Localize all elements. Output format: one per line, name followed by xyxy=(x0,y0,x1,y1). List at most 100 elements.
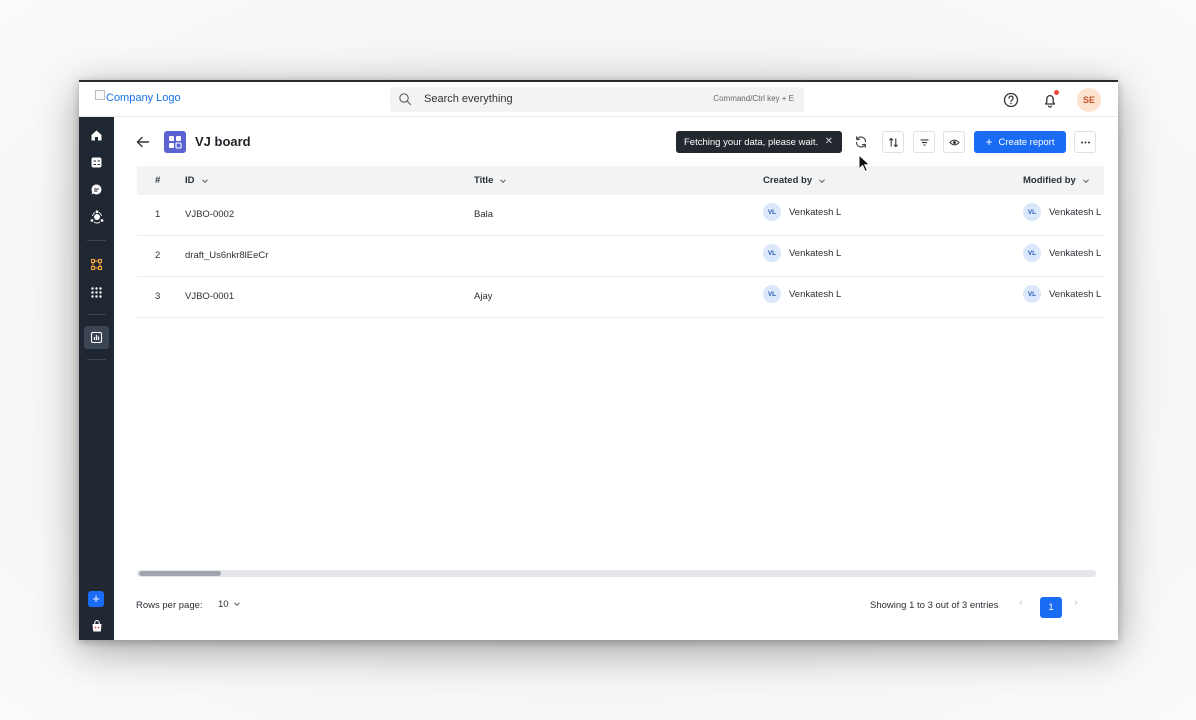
row-number: 1 xyxy=(155,209,161,220)
row-title: Bala xyxy=(474,209,494,220)
pagination-summary: Showing 1 to 3 out of 3 entries xyxy=(870,600,999,611)
broken-image-icon xyxy=(95,90,105,100)
row-modified-by: VL Venkatesh L xyxy=(1023,203,1101,221)
avatar: VL xyxy=(1023,285,1041,303)
table-row[interactable]: 3 VJBO-0001 Ajay VL Venkatesh L VL Venka… xyxy=(137,277,1104,318)
chevron-right-icon[interactable]: › xyxy=(1074,597,1078,609)
avatar: VL xyxy=(1023,203,1041,221)
column-header-label: ID xyxy=(185,175,195,186)
rows-per-page-select[interactable]: 10 xyxy=(214,593,246,615)
more-options-button[interactable] xyxy=(1074,131,1096,153)
column-header-label: # xyxy=(155,175,161,186)
community-icon xyxy=(90,209,103,223)
left-sidebar: + xyxy=(79,117,114,640)
close-icon[interactable]: ✕ xyxy=(825,136,833,147)
chevron-down-icon xyxy=(1082,178,1089,183)
apps-grid-icon xyxy=(91,287,102,298)
sidebar-add-button[interactable]: + xyxy=(88,591,104,607)
refresh-icon[interactable] xyxy=(854,135,868,149)
more-horizontal-icon xyxy=(1080,141,1090,143)
chevron-down-icon xyxy=(819,178,825,183)
global-search[interactable]: Search everything Command/Ctrl key + E xyxy=(390,87,804,112)
top-header: Company Logo Search everything Command/C… xyxy=(79,82,1118,117)
row-id[interactable]: VJBO-0002 xyxy=(185,209,234,220)
search-shortcut-hint: Command/Ctrl key + E xyxy=(713,94,794,103)
user-name: Venkatesh L xyxy=(1049,247,1102,259)
column-header-num: # xyxy=(155,175,160,186)
sidebar-item-calculator[interactable] xyxy=(87,153,106,172)
row-created-by: VL Venkatesh L xyxy=(763,285,841,303)
shopping-bag-icon xyxy=(92,619,101,631)
chevron-down-icon xyxy=(500,178,507,183)
column-header-label: Created by xyxy=(763,175,813,186)
column-header-label: Modified by xyxy=(1023,175,1076,186)
rows-per-page-label: Rows per page: xyxy=(136,600,203,611)
help-icon[interactable] xyxy=(1001,90,1021,110)
sort-button[interactable] xyxy=(882,131,904,153)
sidebar-item-apps[interactable] xyxy=(87,283,106,302)
workflow-icon xyxy=(90,258,103,271)
user-name: Venkatesh L xyxy=(1049,206,1102,218)
table-row[interactable]: 1 VJBO-0002 Bala VL Venkatesh L VL Venka… xyxy=(137,195,1104,236)
mouse-cursor-icon xyxy=(858,154,871,173)
toast-message: Fetching your data, please wait. xyxy=(684,136,819,148)
home-icon xyxy=(91,130,102,141)
user-name: Venkatesh L xyxy=(789,247,842,259)
row-created-by: VL Venkatesh L xyxy=(763,244,841,262)
chevron-left-icon[interactable]: ‹ xyxy=(1019,597,1023,609)
rows-per-page-value: 10 xyxy=(218,598,229,610)
calculator-icon xyxy=(91,157,102,168)
sidebar-divider xyxy=(87,240,106,241)
bar-chart-icon xyxy=(90,331,103,344)
user-avatar[interactable]: SE xyxy=(1077,88,1101,112)
create-report-button[interactable]: + Create report xyxy=(974,131,1066,153)
table-row[interactable]: 2 draft_Us6nkr8lEeCr VL Venkatesh L VL V… xyxy=(137,236,1104,277)
page-title: VJ board xyxy=(195,134,251,149)
sidebar-item-reports[interactable] xyxy=(87,328,106,347)
loading-toast: Fetching your data, please wait. ✕ xyxy=(676,131,842,153)
column-header-title[interactable]: Title xyxy=(474,175,507,186)
row-title: Ajay xyxy=(474,291,493,302)
column-header-id[interactable]: ID xyxy=(185,175,209,186)
column-header-label: Title xyxy=(474,175,494,186)
user-name: Venkatesh L xyxy=(789,206,842,218)
logo-alt-text: Company Logo xyxy=(106,92,181,104)
dashboard-icon xyxy=(169,136,182,149)
sidebar-divider xyxy=(87,359,106,360)
search-placeholder: Search everything xyxy=(424,93,513,105)
chat-icon xyxy=(91,184,102,195)
create-report-label: Create report xyxy=(998,136,1055,148)
sidebar-item-community[interactable] xyxy=(87,207,106,226)
horizontal-scrollbar[interactable] xyxy=(137,570,1096,577)
user-name: Venkatesh L xyxy=(789,288,842,300)
pagination-current-page[interactable]: 1 xyxy=(1040,597,1062,618)
row-number: 3 xyxy=(155,291,161,302)
app-window: Company Logo Search everything Command/C… xyxy=(79,80,1118,640)
search-icon xyxy=(399,93,412,106)
row-id[interactable]: VJBO-0001 xyxy=(185,291,234,302)
row-id[interactable]: draft_Us6nkr8lEeCr xyxy=(185,250,268,261)
filter-button[interactable] xyxy=(913,131,935,153)
avatar: VL xyxy=(1023,244,1041,262)
column-header-created-by[interactable]: Created by xyxy=(763,175,826,186)
avatar: VL xyxy=(763,244,781,262)
row-created-by: VL Venkatesh L xyxy=(763,203,841,221)
main-content: VJ board Fetching your data, please wait… xyxy=(114,117,1118,640)
company-logo[interactable]: Company Logo xyxy=(95,90,181,104)
column-header-modified-by[interactable]: Modified by xyxy=(1023,175,1090,186)
sidebar-item-chat[interactable] xyxy=(87,180,106,199)
sidebar-item-home[interactable] xyxy=(87,126,106,145)
row-modified-by: VL Venkatesh L xyxy=(1023,244,1101,262)
scrollbar-thumb[interactable] xyxy=(139,571,221,576)
avatar: VL xyxy=(763,203,781,221)
notification-dot xyxy=(1053,89,1060,96)
sidebar-item-workflow[interactable] xyxy=(87,255,106,274)
back-arrow-icon[interactable] xyxy=(135,134,151,150)
avatar: VL xyxy=(763,285,781,303)
view-button[interactable] xyxy=(943,131,965,153)
table-viewport: # ID Title Created by Modified by 1 VJBO… xyxy=(137,166,1104,318)
chevron-down-icon xyxy=(201,178,208,183)
sidebar-item-store[interactable] xyxy=(87,616,106,635)
board-icon xyxy=(164,131,186,153)
chevron-down-icon xyxy=(233,602,240,607)
